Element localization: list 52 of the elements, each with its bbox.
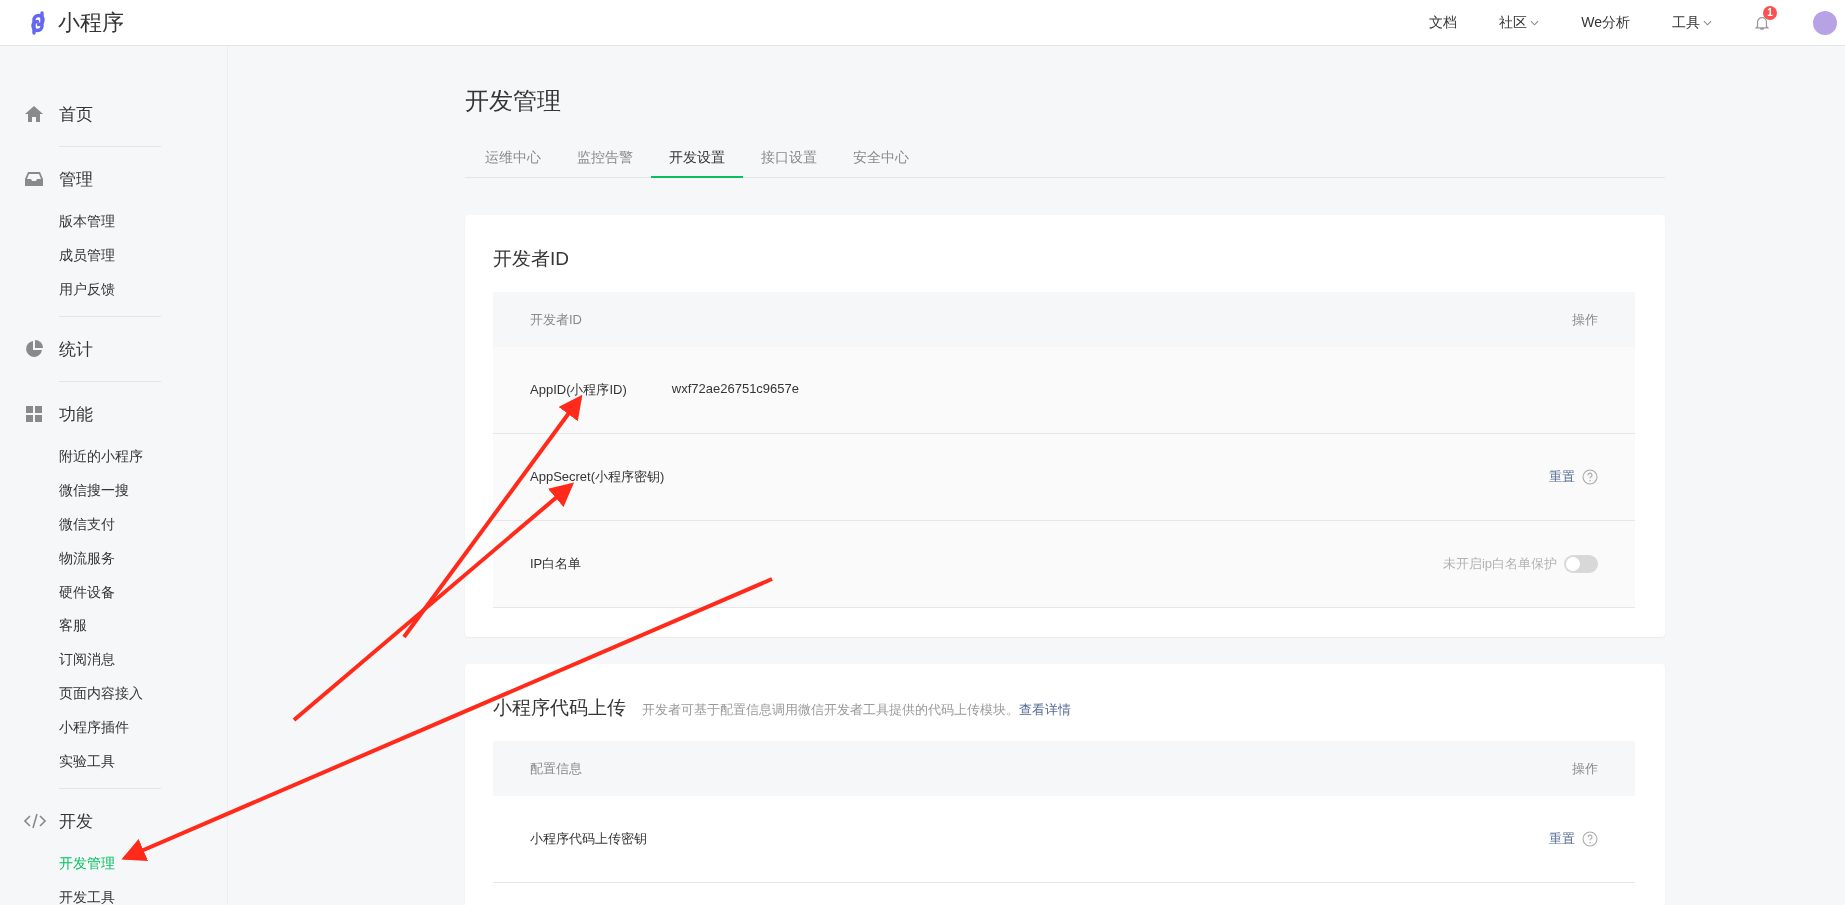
row-label: AppSecret(小程序密钥) [530,468,665,486]
sidebar-section[interactable]: 开发 [59,809,93,833]
card-title: 小程序代码上传 [493,696,626,720]
sidebar-item[interactable]: 硬件设备 [59,575,227,610]
card-title: 开发者ID [493,247,569,271]
sidebar-section[interactable]: 管理 [59,167,93,191]
reset-link[interactable]: 重置 [1549,468,1575,486]
nav-link[interactable]: 社区 [1499,13,1540,32]
toggle-switch[interactable] [1564,555,1598,573]
row-label: IP白名单 [530,555,582,573]
sidebar-item[interactable]: 附近的小程序 [59,440,227,475]
avatar[interactable] [1813,10,1837,35]
sidebar-item[interactable]: 页面内容接入 [59,676,227,711]
sidebar-item[interactable]: 微信搜一搜 [59,474,227,508]
notification-badge: 1 [1763,5,1777,20]
column-header: 操作 [1572,310,1598,329]
app-title: 小程序 [58,8,124,37]
sidebar-section[interactable]: 功能 [59,402,93,426]
reset-link[interactable]: 重置 [1549,830,1575,848]
column-header: 配置信息 [530,759,582,778]
bell-icon[interactable] [1754,14,1770,31]
sidebar-section[interactable]: 统计 [59,337,93,361]
sidebar-item[interactable]: 实验工具 [59,744,227,779]
pie-chart-icon [24,339,46,360]
sidebar-item[interactable]: 小程序插件 [59,710,227,745]
caret-icon [1530,19,1540,26]
sidebar-item[interactable]: 物流服务 [59,541,227,576]
status-text: 未开启ip白名单保护 [1442,555,1557,573]
nav-link[interactable]: 文档 [1429,13,1458,32]
tab[interactable]: 开发设置 [651,138,743,178]
column-header: 操作 [1572,759,1598,778]
description-text: 开发者可基于配置信息调用微信开发者工具提供的代码上传模块。查看详情 [642,701,1071,719]
row-label: AppID(小程序ID) [530,381,627,399]
sidebar-item[interactable]: 成员管理 [59,238,227,273]
help-icon[interactable] [1582,831,1598,847]
help-icon[interactable] [1582,469,1598,485]
row-label: 小程序代码上传密钥 [530,830,647,848]
nav-link[interactable]: 工具 [1672,13,1712,32]
page-title: 开发管理 [465,86,562,116]
details-link[interactable]: 查看详情 [1019,702,1071,717]
column-header: 开发者ID [530,310,582,329]
inbox-icon [24,169,46,189]
sidebar-item[interactable]: 开发工具 [59,881,227,905]
nav-link[interactable]: We分析 [1581,13,1630,32]
sidebar-item[interactable]: 客服 [59,609,227,644]
sidebar-item[interactable]: 订阅消息 [59,643,227,677]
sidebar-section[interactable]: 首页 [59,102,93,126]
sidebar-item[interactable]: 微信支付 [59,508,227,542]
sidebar-item[interactable]: 版本管理 [59,205,227,239]
sidebar-item[interactable]: 用户反馈 [59,272,227,307]
field-value: wxf72ae26751c9657e [671,381,800,398]
caret-icon [1703,19,1712,26]
